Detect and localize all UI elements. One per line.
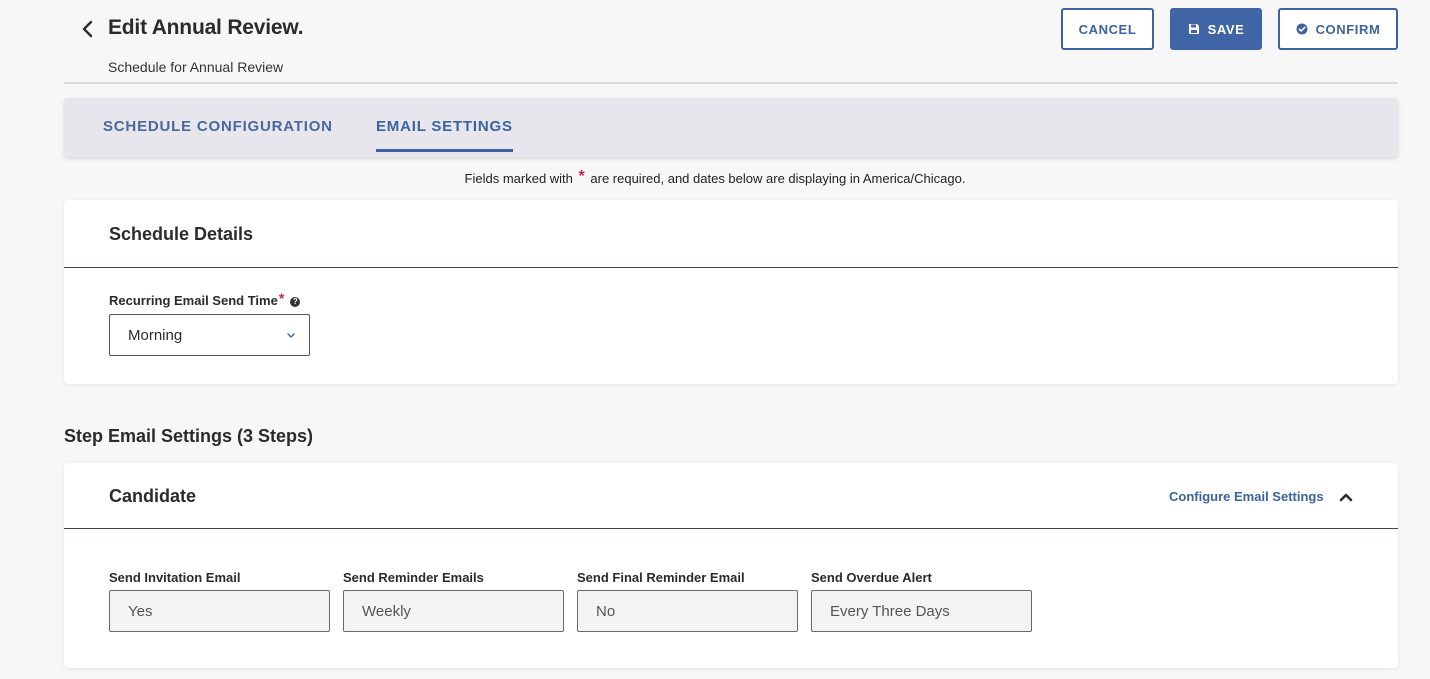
send-overdue-alert-value: Every Three Days bbox=[830, 603, 950, 620]
required-star-icon: * bbox=[278, 290, 285, 306]
configure-email-settings-link[interactable]: Configure Email Settings bbox=[1169, 489, 1324, 504]
notice-text-after: are required, and dates below are displa… bbox=[590, 171, 966, 186]
tab-bar: SCHEDULE CONFIGURATION EMAIL SETTINGS bbox=[64, 98, 1398, 157]
chevron-left-icon bbox=[82, 20, 93, 38]
floppy-disk-icon bbox=[1188, 24, 1199, 34]
page-title: Edit Annual Review. bbox=[108, 16, 304, 39]
notice-text-before: Fields marked with bbox=[464, 171, 573, 186]
page-header: Edit Annual Review. Schedule for Annual … bbox=[64, 0, 1398, 84]
schedule-details-card: Schedule Details Recurring Email Send Ti… bbox=[64, 200, 1398, 384]
recurring-send-time-label: Recurring Email Send Time*? bbox=[109, 290, 301, 308]
send-reminder-emails-field: Weekly bbox=[343, 590, 564, 632]
send-invitation-email-label: Send Invitation Email bbox=[109, 570, 241, 585]
send-invitation-email-field: Yes bbox=[109, 590, 330, 632]
tab-schedule-configuration[interactable]: SCHEDULE CONFIGURATION bbox=[103, 118, 333, 149]
recurring-send-time-label-text: Recurring Email Send Time bbox=[109, 293, 278, 308]
chevron-down-icon bbox=[287, 333, 295, 338]
page-subtitle: Schedule for Annual Review bbox=[108, 59, 284, 75]
send-reminder-emails-value: Weekly bbox=[362, 603, 411, 620]
save-button[interactable]: SAVE bbox=[1170, 8, 1262, 50]
schedule-details-header: Schedule Details bbox=[64, 200, 1398, 268]
step-email-settings-title: Step Email Settings (3 Steps) bbox=[64, 426, 314, 446]
send-final-reminder-email-value: No bbox=[596, 603, 616, 620]
recurring-send-time-select[interactable]: Morning bbox=[109, 314, 310, 356]
schedule-details-title: Schedule Details bbox=[109, 224, 254, 244]
back-button[interactable] bbox=[76, 17, 98, 41]
cancel-button-label: CANCEL bbox=[1078, 21, 1137, 37]
save-button-label: SAVE bbox=[1207, 21, 1245, 37]
chevron-up-icon bbox=[1339, 493, 1353, 502]
send-invitation-email-value: Yes bbox=[128, 603, 153, 620]
check-circle-icon bbox=[1296, 23, 1308, 35]
collapse-button[interactable] bbox=[1337, 489, 1355, 505]
required-fields-notice: Fields marked with * are required, and d… bbox=[0, 168, 1430, 188]
required-star-icon: * bbox=[578, 168, 585, 185]
candidate-step-header: Candidate Configure Email Settings bbox=[64, 463, 1398, 529]
confirm-button-label: CONFIRM bbox=[1315, 21, 1381, 37]
question-circle-icon[interactable]: ? bbox=[290, 296, 301, 307]
send-overdue-alert-label: Send Overdue Alert bbox=[811, 570, 932, 585]
send-overdue-alert-field: Every Three Days bbox=[811, 590, 1032, 632]
cancel-button[interactable]: CANCEL bbox=[1061, 8, 1154, 50]
confirm-button[interactable]: CONFIRM bbox=[1278, 8, 1398, 50]
candidate-step-title: Candidate bbox=[109, 486, 197, 506]
send-final-reminder-email-label: Send Final Reminder Email bbox=[577, 570, 745, 585]
tab-email-settings[interactable]: EMAIL SETTINGS bbox=[376, 118, 513, 152]
send-reminder-emails-label: Send Reminder Emails bbox=[343, 570, 484, 585]
send-final-reminder-email-field: No bbox=[577, 590, 798, 632]
candidate-step-card: Candidate Configure Email Settings Send … bbox=[64, 463, 1398, 668]
recurring-send-time-value: Morning bbox=[128, 327, 183, 344]
